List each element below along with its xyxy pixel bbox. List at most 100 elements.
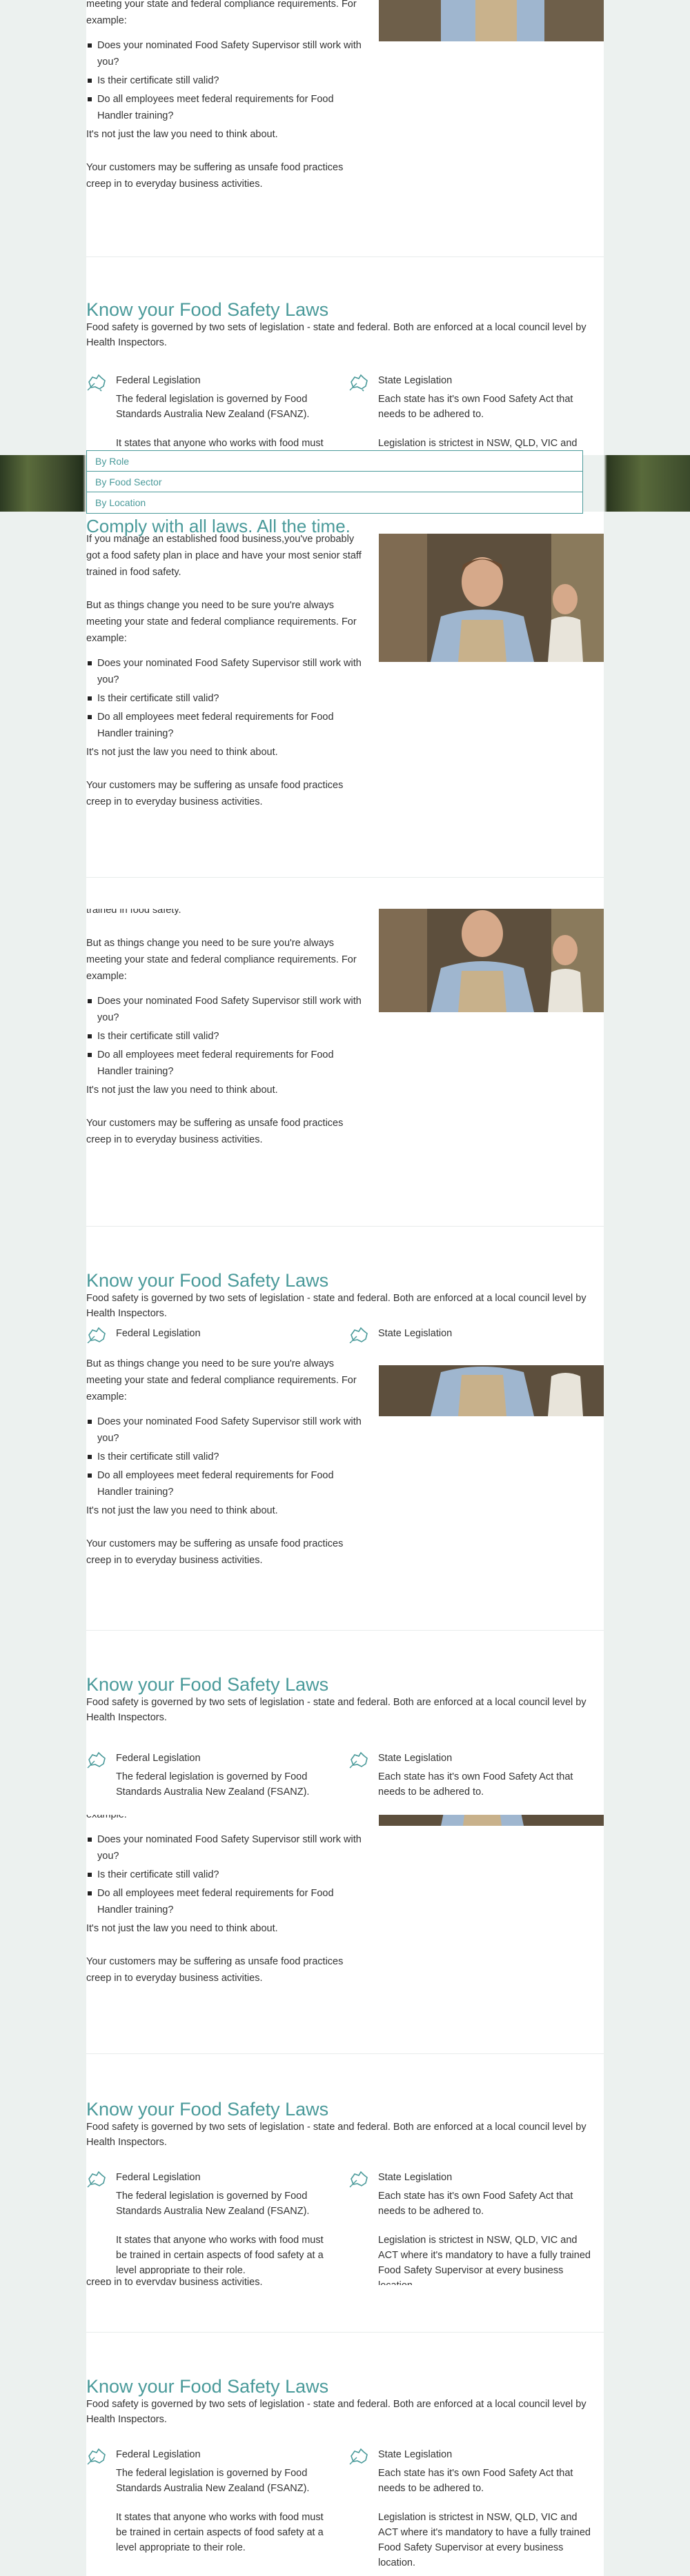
comply-p3: It's not just the law you need to think … [86, 1923, 278, 1934]
federal-p1: The federal legislation is governed by F… [116, 2468, 310, 2494]
question-item: Do all employees meet federal requiremen… [86, 709, 362, 742]
federal-p1: The federal legislation is governed by F… [116, 394, 310, 420]
question-list: Does your nominated Food Safety Supervis… [86, 993, 362, 1080]
staff-photo [379, 1365, 604, 1416]
section-divider [86, 256, 604, 257]
question-item: Do all employees meet federal requiremen… [86, 1885, 362, 1918]
comply-p3: It's not just the law you need to think … [86, 1505, 278, 1516]
laws-intro: Food safety is governed by two sets of l… [86, 2399, 586, 2425]
staff-photo [379, 1815, 604, 1826]
section-divider [86, 2332, 604, 2333]
state-p1: Each state has it's own Food Safety Act … [378, 2468, 573, 2494]
australia-map-icon [87, 374, 106, 392]
comply-p4: Your customers may be suffering as unsaf… [86, 1118, 344, 1145]
comply-p4: Your customers may be suffering as unsaf… [86, 1538, 344, 1566]
dropdown-option-role[interactable]: By Role [87, 451, 582, 472]
laws-title: Know your Food Safety Laws [86, 299, 329, 320]
federal-column: Federal Legislation The federal legislat… [86, 2169, 335, 2278]
question-item: Does your nominated Food Safety Supervis… [86, 655, 362, 688]
australia-map-icon [87, 1751, 106, 1769]
federal-column: Federal Legislation The federal legislat… [86, 1750, 335, 1800]
laws-title: Know your Food Safety Laws [86, 1270, 329, 1291]
comply-section-d: trained in food safety. But as things ch… [86, 909, 604, 1191]
comply-p2: But as things change you need to be sure… [86, 600, 357, 644]
australia-map-icon [87, 2171, 106, 2188]
laws-section-h: Know your Food Safety Laws Food safety i… [86, 2373, 604, 2576]
federal-column: Federal Legislation The federal legislat… [86, 2446, 335, 2555]
state-p1: Each state has it's own Food Safety Act … [378, 394, 573, 420]
federal-label: Federal Legislation [116, 2172, 201, 2183]
staff-photo [379, 0, 604, 41]
federal-p1: The federal legislation is governed by F… [116, 2191, 310, 2217]
state-label: State Legislation [378, 1328, 453, 1339]
laws-title: Know your Food Safety Laws [86, 2376, 329, 2397]
question-list: Does your nominated Food Safety Supervis… [86, 1413, 362, 1500]
state-column: State Legislation [348, 1325, 597, 1343]
state-column: State Legislation Each state has it's ow… [348, 372, 597, 451]
laws-section-e: Know your Food Safety Laws Food safety i… [86, 1267, 604, 1343]
federal-p2: It states that anyone who works with foo… [116, 438, 324, 449]
comply-p1: If you manage an established food busine… [86, 534, 362, 578]
state-label: State Legislation [378, 2172, 453, 2183]
filter-dropdown[interactable]: By Role By Food Sector By Location [86, 450, 583, 514]
section-divider [86, 2053, 604, 2054]
staff-photo [379, 909, 604, 1012]
federal-p1: The federal legislation is governed by F… [116, 1771, 310, 1798]
dropdown-option-location[interactable]: By Location [87, 492, 582, 513]
australia-map-icon [87, 1327, 106, 1343]
question-list: Does your nominated Food Safety Supervis… [86, 1831, 362, 1918]
comply-section-a: meeting your state and federal complianc… [86, 0, 604, 255]
laws-intro: Food safety is governed by two sets of l… [86, 1697, 586, 1723]
laws-title: Know your Food Safety Laws [86, 1674, 329, 1695]
question-item: Do all employees meet federal requiremen… [86, 91, 362, 124]
question-list: Does your nominated Food Safety Supervis… [86, 655, 362, 742]
australia-map-icon [349, 2171, 368, 2188]
australia-map-icon [349, 374, 368, 392]
section-divider [86, 1630, 604, 1631]
state-p2: Legislation is strictest in NSW, QLD, VI… [378, 2512, 591, 2568]
section-divider [86, 877, 604, 878]
federal-label: Federal Legislation [116, 2449, 201, 2460]
comply-p2: But as things change you need to be sure… [86, 1358, 357, 1402]
comply-p4: Your customers may be suffering as unsaf… [86, 1956, 344, 1984]
staff-photo [379, 534, 604, 662]
state-p2: Legislation is strictest in NSW, QLD, VI… [378, 2235, 591, 2285]
question-item: Does your nominated Food Safety Supervis… [86, 1831, 362, 1864]
australia-map-icon [349, 2448, 368, 2465]
comply-p2: But as things change you need to be sure… [86, 938, 357, 982]
comply-p4-tail: creep in to everyday business activities… [86, 2274, 362, 2285]
question-item: Does your nominated Food Safety Supervis… [86, 993, 362, 1026]
question-item: Do all employees meet federal requiremen… [86, 1047, 362, 1080]
state-p1: Each state has it's own Food Safety Act … [378, 2191, 573, 2217]
question-item: Is their certificate still valid? [86, 690, 362, 707]
federal-label: Federal Legislation [116, 1328, 201, 1339]
comply-p3: It's not just the law you need to think … [86, 1085, 278, 1096]
comply-section-f: example: Does your nominated Food Safety… [86, 1815, 604, 2022]
question-item: Is their certificate still valid? [86, 1449, 362, 1465]
question-item: Is their certificate still valid? [86, 72, 362, 89]
question-item: Does your nominated Food Safety Supervis… [86, 37, 362, 70]
question-item: Is their certificate still valid? [86, 1866, 362, 1883]
question-item: Does your nominated Food Safety Supervis… [86, 1413, 362, 1447]
question-item: Is their certificate still valid? [86, 1028, 362, 1045]
laws-section-f: Know your Food Safety Laws Food safety i… [86, 1671, 604, 1809]
laws-title: Know your Food Safety Laws [86, 2099, 329, 2120]
federal-column: Federal Legislation The federal legislat… [86, 372, 335, 451]
federal-column: Federal Legislation [86, 1325, 335, 1343]
comply-section-c: Comply with all laws. All the time. If y… [86, 516, 604, 867]
australia-map-icon [349, 1751, 368, 1769]
state-p2: Legislation is strictest in NSW, QLD, VI… [378, 438, 578, 449]
laws-intro: Food safety is governed by two sets of l… [86, 322, 586, 348]
australia-map-icon [349, 1327, 368, 1343]
state-column: State Legislation Each state has it's ow… [348, 2446, 597, 2570]
state-label: State Legislation [378, 375, 453, 386]
comply-p4: Your customers may be suffering as unsaf… [86, 780, 344, 807]
laws-intro: Food safety is governed by two sets of l… [86, 1293, 586, 1319]
federal-label: Federal Legislation [116, 375, 201, 386]
dropdown-option-sector[interactable]: By Food Sector [87, 472, 582, 492]
comply-p1-tail: trained in food safety. [86, 909, 181, 916]
comply-p2-end: example: [86, 1815, 127, 1820]
state-column: State Legislation Each state has it's ow… [348, 2169, 597, 2285]
state-label: State Legislation [378, 2449, 453, 2460]
federal-p2: It states that anyone who works with foo… [116, 2235, 324, 2276]
